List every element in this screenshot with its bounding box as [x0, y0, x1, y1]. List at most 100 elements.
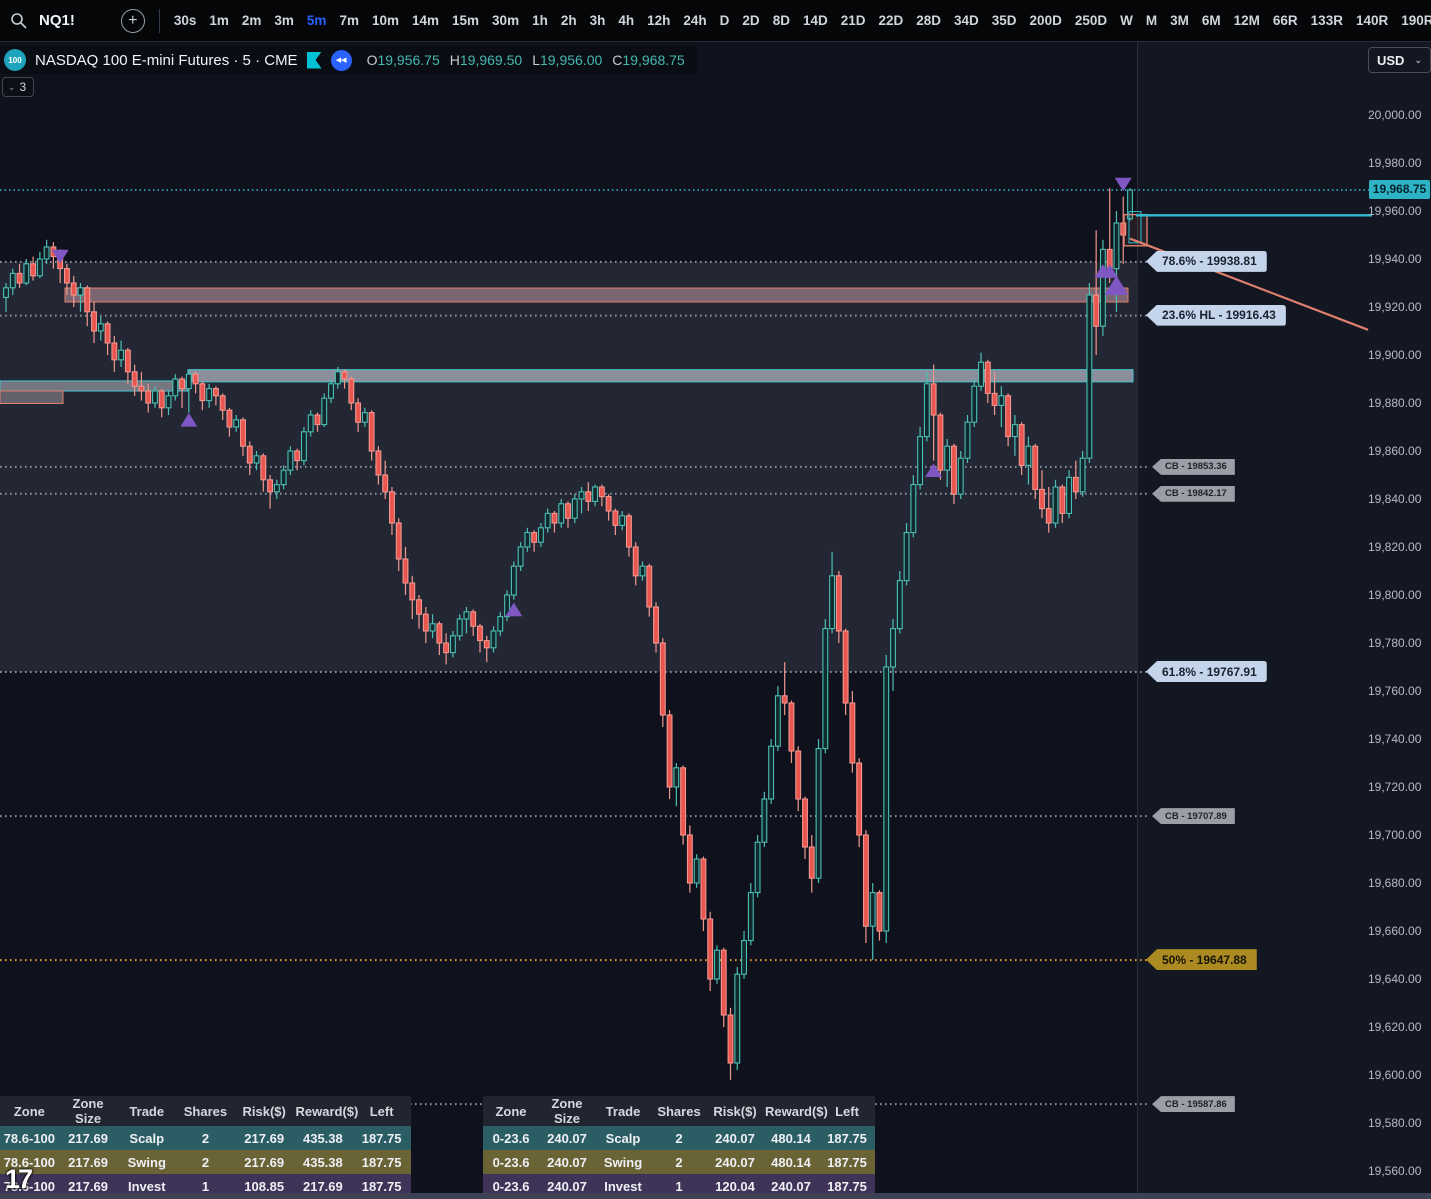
zone-table-right: ZoneZone SizeTradeSharesRisk($)Reward($)… — [483, 1096, 875, 1198]
flag-icon[interactable] — [307, 52, 322, 69]
timeframe-190R[interactable]: 190R — [1401, 13, 1431, 28]
timeframe-3h[interactable]: 3h — [590, 13, 606, 28]
level-label[interactable]: CB - 19853.36 — [1152, 459, 1235, 475]
axis-tick: 19,880.00 — [1368, 396, 1421, 410]
timeframe-250D[interactable]: 250D — [1075, 13, 1107, 28]
table-cell: 435.38 — [294, 1150, 353, 1174]
ohlc-c: C19,968.75 — [612, 52, 684, 68]
table-cell: 480.14 — [763, 1126, 819, 1150]
timeframe-5m[interactable]: 5m — [307, 13, 327, 28]
nasdaq-100-badge: 100 — [4, 49, 26, 71]
symbol-ticker[interactable]: NQ1! — [39, 12, 75, 29]
timeframe-66R[interactable]: 66R — [1273, 13, 1298, 28]
level-label[interactable]: 61.8% - 19767.91 — [1146, 661, 1267, 682]
ohlc-h: H19,969.50 — [450, 52, 522, 68]
timeframe-6M[interactable]: 6M — [1202, 13, 1221, 28]
symbol-title[interactable]: NASDAQ 100 E-mini Futures · 5 · CME — [35, 52, 298, 69]
level-label[interactable]: 50% - 19647.88 — [1146, 949, 1257, 970]
add-symbol-icon[interactable]: + — [121, 9, 145, 33]
replay-rewind-icon[interactable]: ◀◀ — [331, 50, 352, 71]
indicators-toggle-button[interactable]: ⌄ 3 — [2, 77, 34, 97]
level-label[interactable]: CB - 19587.86 — [1152, 1096, 1235, 1112]
timeframe-21D[interactable]: 21D — [841, 13, 866, 28]
timeframe-2D[interactable]: 2D — [742, 13, 759, 28]
table-row: 78.6-100217.69Scalp2217.69435.38187.75 — [0, 1126, 411, 1150]
search-icon[interactable] — [10, 12, 27, 29]
currency-value: USD — [1377, 53, 1404, 68]
symbol-legend[interactable]: 100 NASDAQ 100 E-mini Futures · 5 · CME … — [0, 46, 697, 74]
timeframe-W[interactable]: W — [1120, 13, 1133, 28]
timeframe-10m[interactable]: 10m — [372, 13, 399, 28]
timeframe-list: 30s 1m 2m 3m 5m 7m 10m 14m 15m 30m 1h 2h 3h 4h 12h 24h D… — [174, 13, 1431, 28]
timeframe-2m[interactable]: 2m — [242, 13, 262, 28]
timeframe-35D[interactable]: 35D — [992, 13, 1017, 28]
timeframe-14D[interactable]: 14D — [803, 13, 828, 28]
timeframe-3m[interactable]: 3m — [274, 13, 294, 28]
axis-tick: 19,760.00 — [1368, 684, 1421, 698]
axis-tick: 19,680.00 — [1368, 876, 1421, 890]
currency-selector[interactable]: USD ⌄ — [1368, 47, 1431, 73]
timeframe-1m[interactable]: 1m — [209, 13, 229, 28]
axis-tick: 19,720.00 — [1368, 780, 1421, 794]
timeframe-7m[interactable]: 7m — [339, 13, 359, 28]
column-header: Risk($) — [707, 1096, 763, 1126]
tradingview-logo[interactable]: 17 — [5, 1164, 31, 1195]
column-header: Left — [352, 1096, 411, 1126]
ohlc-l: L19,956.00 — [532, 52, 602, 68]
level-label[interactable]: CB - 19842.17 — [1152, 486, 1235, 502]
table-cell: 217.69 — [235, 1150, 294, 1174]
column-header: Reward($) — [294, 1096, 353, 1126]
axis-tick: 19,740.00 — [1368, 732, 1421, 746]
column-header: Zone Size — [59, 1096, 118, 1126]
timeframe-34D[interactable]: 34D — [954, 13, 979, 28]
column-header: Zone — [0, 1096, 59, 1126]
table-cell: 2 — [176, 1126, 235, 1150]
table-cell: 187.75 — [352, 1150, 411, 1174]
table-cell: 240.07 — [539, 1126, 595, 1150]
timeframe-15m[interactable]: 15m — [452, 13, 479, 28]
column-header: Reward($) — [763, 1096, 819, 1126]
timeframe-8D[interactable]: 8D — [773, 13, 790, 28]
timeframe-30m[interactable]: 30m — [492, 13, 519, 28]
chart-plot-area[interactable] — [0, 42, 1137, 1193]
table-cell: 480.14 — [763, 1150, 819, 1174]
timeframe-133R[interactable]: 133R — [1311, 13, 1343, 28]
timeframe-30s[interactable]: 30s — [174, 13, 197, 28]
axis-tick: 19,820.00 — [1368, 540, 1421, 554]
table-cell: 2 — [651, 1126, 707, 1150]
table-row: 78.6-100217.69Swing2217.69435.38187.75 — [0, 1150, 411, 1174]
timeframe-28D[interactable]: 28D — [916, 13, 941, 28]
table-cell: Scalp — [117, 1126, 176, 1150]
table-cell: 240.07 — [707, 1150, 763, 1174]
timeframe-22D[interactable]: 22D — [878, 13, 903, 28]
timeframe-12M[interactable]: 12M — [1234, 13, 1260, 28]
axis-tick: 19,840.00 — [1368, 492, 1421, 506]
table-cell: 187.75 — [819, 1126, 875, 1150]
timeframe-12h[interactable]: 12h — [647, 13, 670, 28]
level-label[interactable]: CB - 19707.89 — [1152, 808, 1235, 824]
indicator-count: 3 — [20, 80, 27, 94]
level-label[interactable]: 78.6% - 19938.81 — [1146, 251, 1267, 272]
timeframe-24h[interactable]: 24h — [683, 13, 706, 28]
column-header: Risk($) — [235, 1096, 294, 1126]
table-cell: 240.07 — [707, 1126, 763, 1150]
zone-table-left: ZoneZone SizeTradeSharesRisk($)Reward($)… — [0, 1096, 411, 1198]
timeframe-D[interactable]: D — [720, 13, 730, 28]
table-cell: 435.38 — [294, 1126, 353, 1150]
table-cell: 0-23.6 — [483, 1126, 539, 1150]
axis-tick: 19,900.00 — [1368, 348, 1421, 362]
timeframe-14m[interactable]: 14m — [412, 13, 439, 28]
timeframe-140R[interactable]: 140R — [1356, 13, 1388, 28]
level-label[interactable]: 23.6% HL - 19916.43 — [1146, 305, 1286, 326]
axis-tick: 19,600.00 — [1368, 1068, 1421, 1082]
timeframe-M[interactable]: M — [1146, 13, 1157, 28]
timeframe-2h[interactable]: 2h — [561, 13, 577, 28]
timeframe-1h[interactable]: 1h — [532, 13, 548, 28]
chevron-down-icon: ⌄ — [1414, 55, 1422, 66]
timeframe-200D[interactable]: 200D — [1030, 13, 1062, 28]
top-toolbar: NQ1! + 30s 1m 2m 3m 5m 7m 10m 14m 15m 30m 1h 2h 3h 4h… — [0, 0, 1431, 42]
table-cell: Scalp — [595, 1126, 651, 1150]
axis-tick: 19,980.00 — [1368, 156, 1421, 170]
timeframe-4h[interactable]: 4h — [618, 13, 634, 28]
timeframe-3M[interactable]: 3M — [1170, 13, 1189, 28]
